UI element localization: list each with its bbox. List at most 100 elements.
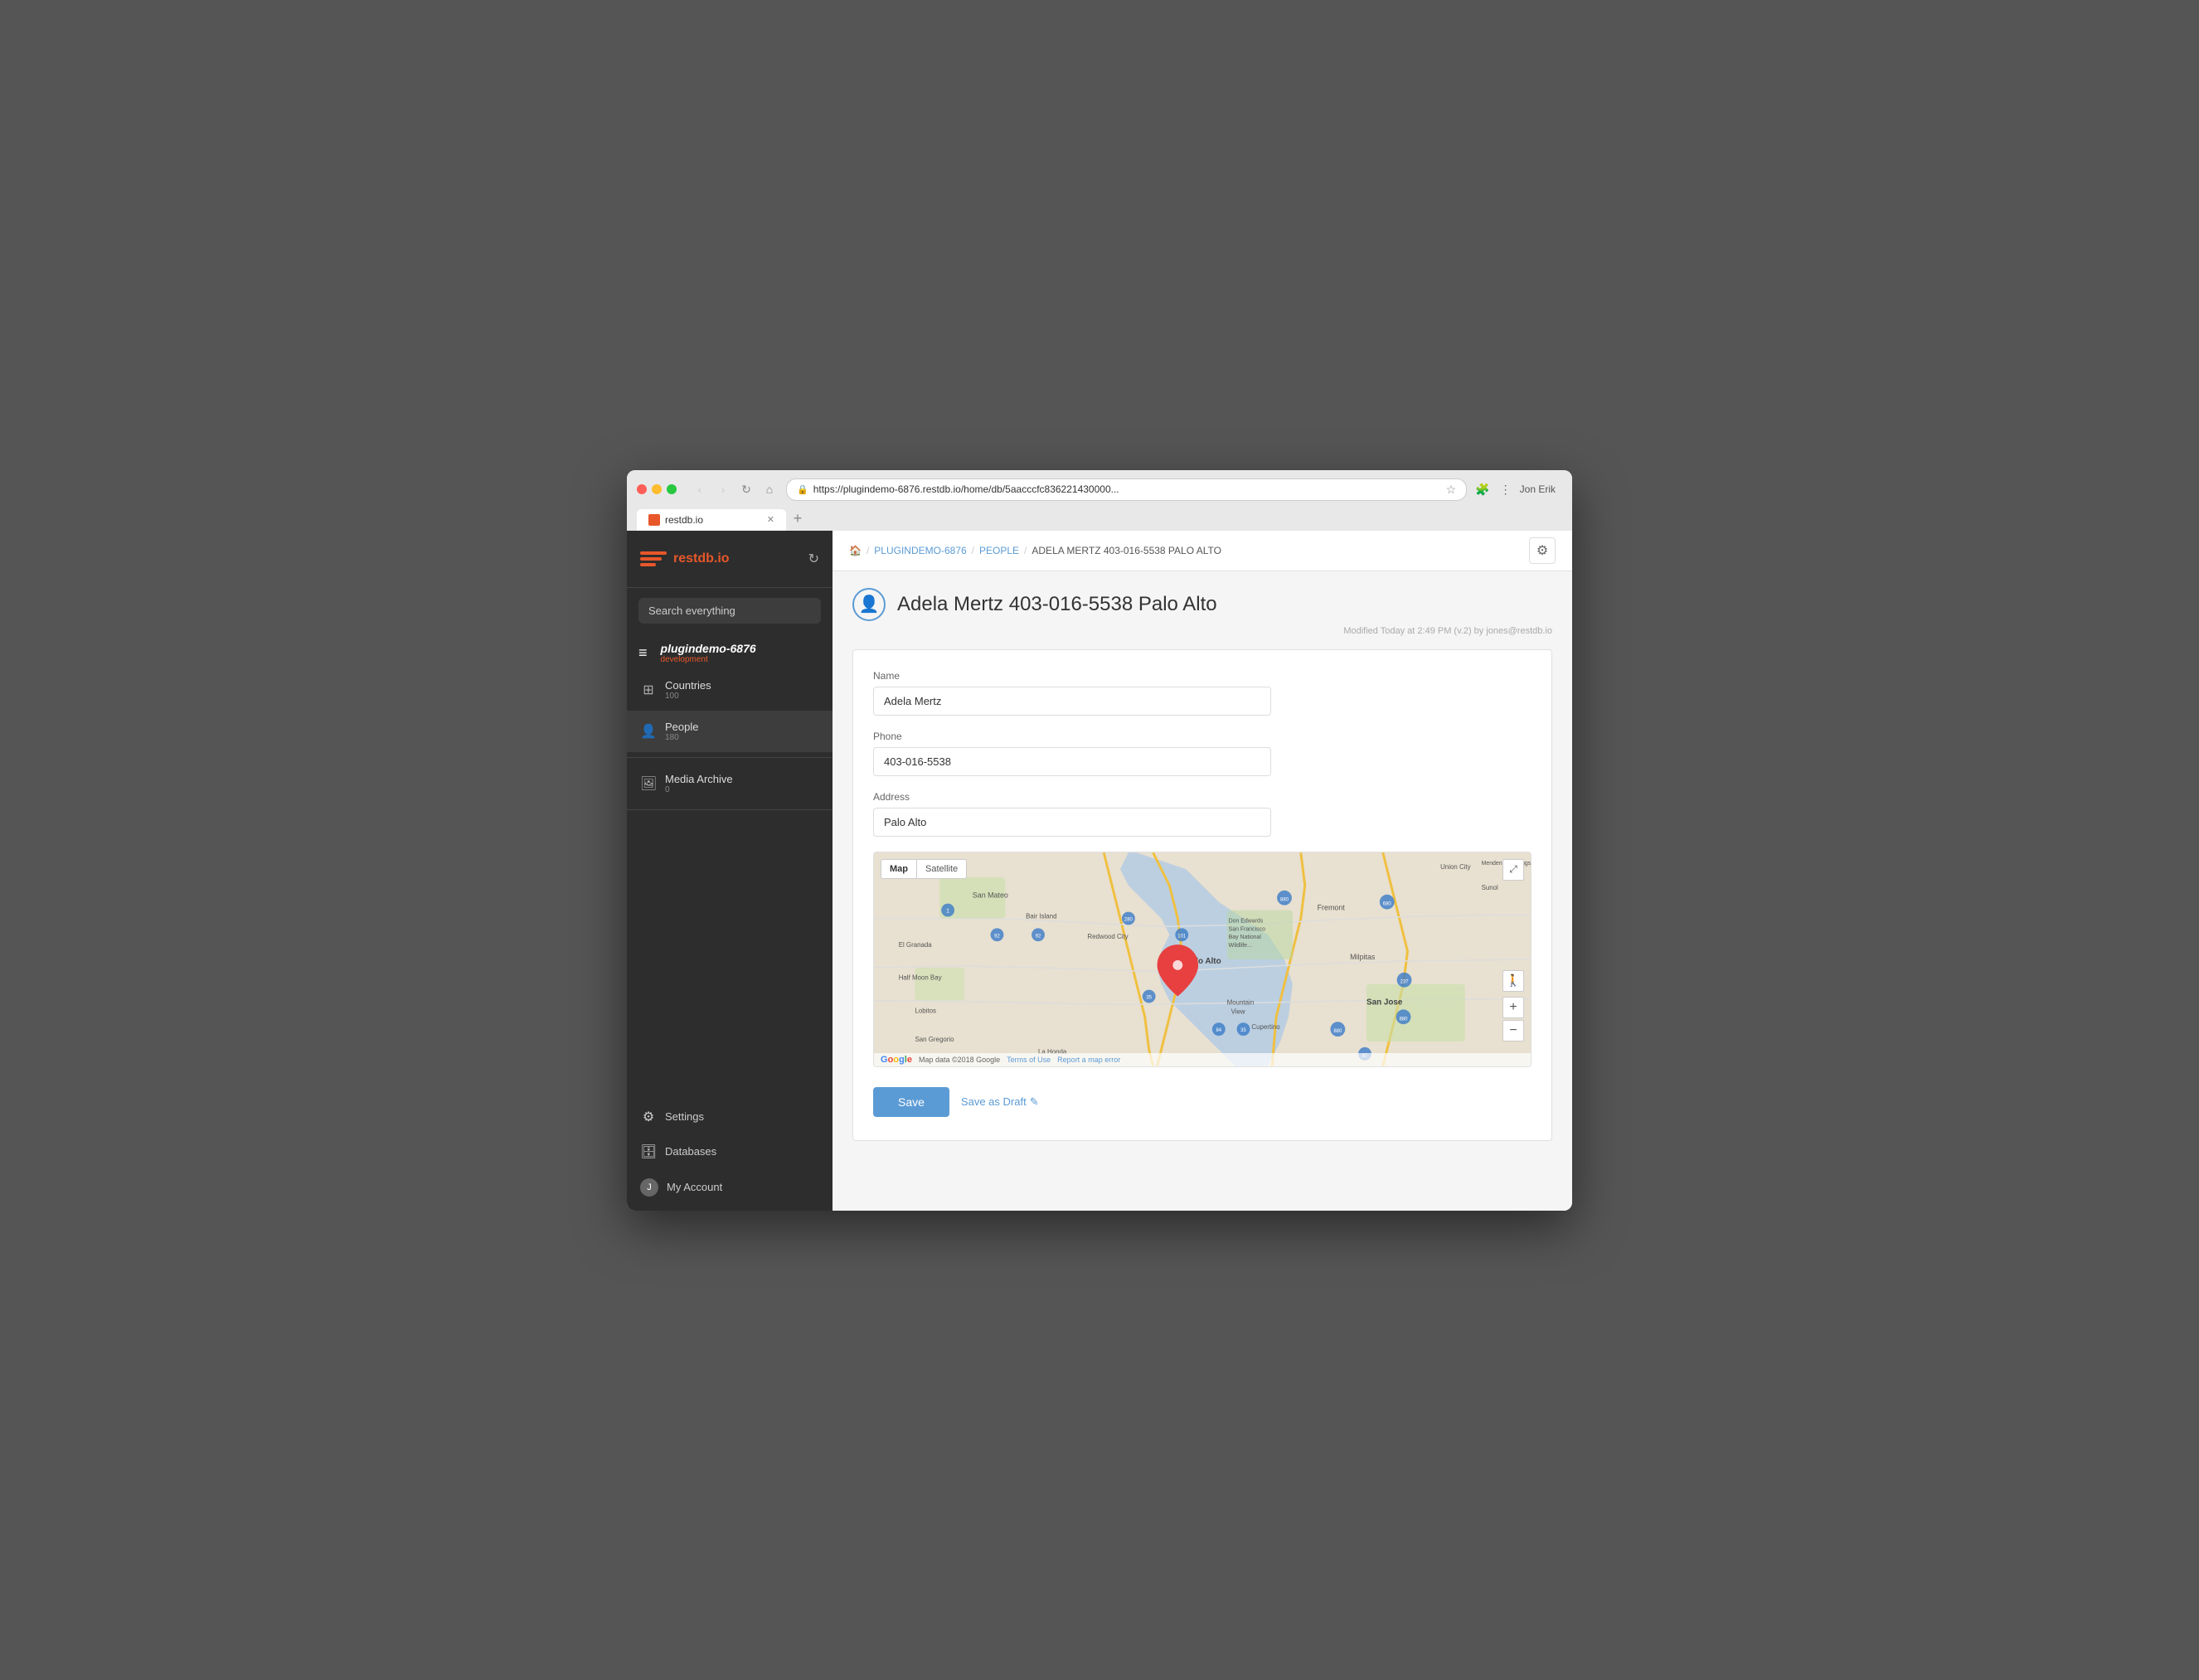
- svg-text:Union City: Union City: [1440, 863, 1471, 871]
- save-button[interactable]: Save: [873, 1087, 949, 1117]
- tab-close-icon[interactable]: ✕: [767, 514, 774, 525]
- people-icon: 👤: [640, 723, 657, 740]
- phone-input[interactable]: [873, 747, 1271, 776]
- name-input[interactable]: [873, 687, 1271, 716]
- svg-text:Lobitos: Lobitos: [915, 1007, 937, 1014]
- sidebar-item-databases[interactable]: 🗄 Databases: [627, 1134, 833, 1169]
- media-count: 0: [665, 785, 733, 794]
- sidebar-footer: ⚙ Settings 🗄 Databases J My Account: [627, 1095, 833, 1211]
- settings-button[interactable]: ⚙: [1529, 537, 1556, 564]
- menu-button[interactable]: ⋮: [1497, 481, 1515, 498]
- save-draft-button[interactable]: Save as Draft ✎: [961, 1095, 1039, 1109]
- countries-icon: ⊞: [640, 682, 657, 698]
- map-zoom-out-button[interactable]: −: [1502, 1020, 1524, 1042]
- svg-text:Don Edwards: Don Edwards: [1229, 918, 1264, 924]
- home-icon[interactable]: 🏠: [849, 545, 862, 556]
- logo-line-3: [640, 563, 656, 566]
- media-label: Media Archive: [665, 773, 733, 785]
- action-bar: Save Save as Draft ✎: [873, 1084, 1532, 1120]
- svg-text:Redwood City: Redwood City: [1087, 933, 1128, 940]
- svg-text:Wildlife...: Wildlife...: [1229, 943, 1252, 949]
- svg-text:Half Moon Bay: Half Moon Bay: [899, 974, 942, 981]
- sidebar-item-people[interactable]: 👤 People 180: [627, 711, 833, 752]
- minimize-button[interactable]: [652, 484, 662, 494]
- db-info: plugindemo-6876 development: [661, 642, 756, 664]
- logo: restdb.io: [640, 546, 730, 572]
- address-bar[interactable]: 🔒 https://plugindemo-6876.restdb.io/home…: [786, 478, 1467, 501]
- svg-text:San Gregorio: San Gregorio: [915, 1036, 955, 1043]
- map-footer: Google Map data ©2018 Google Terms of Us…: [874, 1053, 1531, 1066]
- tab-title: restdb.io: [665, 514, 703, 526]
- main-content: 🏠 / PLUGINDEMO-6876 / PEOPLE / ADELA MER…: [833, 531, 1572, 1211]
- sidebar-item-countries[interactable]: ⊞ Countries 100: [627, 669, 833, 711]
- draft-label: Save as Draft: [961, 1095, 1027, 1108]
- active-tab[interactable]: restdb.io ✕: [637, 509, 786, 531]
- map-expand-button[interactable]: ⤢: [1502, 859, 1524, 881]
- map-zoom-in-button[interactable]: +: [1502, 997, 1524, 1018]
- secure-icon: 🔒: [797, 484, 808, 495]
- map-terms[interactable]: Terms of Use: [1007, 1056, 1051, 1064]
- sidebar-item-settings[interactable]: ⚙ Settings: [627, 1100, 833, 1134]
- db-section: ≡ plugindemo-6876 development: [627, 634, 833, 669]
- map-tab-map[interactable]: Map: [881, 859, 917, 879]
- search-input[interactable]: [638, 598, 821, 624]
- svg-text:Sunol: Sunol: [1482, 883, 1498, 891]
- maximize-button[interactable]: [667, 484, 677, 494]
- bookmark-icon[interactable]: ☆: [1446, 483, 1457, 497]
- sync-icon[interactable]: ↻: [808, 551, 819, 567]
- map-streetview-button[interactable]: 🚶: [1502, 970, 1524, 992]
- nav-divider-2: [627, 809, 833, 810]
- record-view: 👤 Adela Mertz 403-016-5538 Palo Alto Mod…: [833, 571, 1572, 1158]
- svg-text:San Francisco: San Francisco: [1229, 926, 1265, 932]
- map-tab-satellite[interactable]: Satellite: [917, 859, 967, 879]
- media-icon: 🖼: [640, 775, 657, 792]
- svg-text:92: 92: [994, 934, 1000, 939]
- sep-2: /: [972, 545, 974, 556]
- svg-text:880: 880: [1280, 897, 1289, 902]
- sidebar-item-my-account[interactable]: J My Account: [627, 1169, 833, 1206]
- svg-text:680: 680: [1383, 901, 1392, 906]
- svg-text:Bair Island: Bair Island: [1026, 912, 1056, 920]
- svg-text:Fremont: Fremont: [1318, 903, 1346, 911]
- db-env: development: [661, 655, 756, 664]
- media-content: Media Archive 0: [665, 773, 733, 794]
- home-button[interactable]: ⌂: [760, 479, 779, 499]
- svg-text:San Mateo: San Mateo: [973, 891, 1008, 899]
- my-account-label: My Account: [667, 1181, 722, 1193]
- sidebar: restdb.io ↻ ≡ plugindemo-6876 developmen…: [627, 531, 833, 1211]
- extensions-button[interactable]: 🧩: [1472, 481, 1493, 498]
- reload-button[interactable]: ↻: [736, 479, 756, 499]
- app-layout: restdb.io ↻ ≡ plugindemo-6876 developmen…: [627, 531, 1572, 1211]
- back-button[interactable]: ‹: [690, 479, 710, 499]
- map-report[interactable]: Report a map error: [1057, 1056, 1120, 1064]
- nav-buttons: ‹ › ↻ ⌂: [690, 479, 779, 499]
- svg-text:237: 237: [1400, 979, 1409, 984]
- sidebar-item-media-archive[interactable]: 🖼 Media Archive 0: [627, 763, 833, 804]
- svg-text:El Granada: El Granada: [899, 941, 933, 949]
- url-text: https://plugindemo-6876.restdb.io/home/d…: [813, 483, 1441, 495]
- databases-label: Databases: [665, 1145, 716, 1158]
- browser-window: ‹ › ↻ ⌂ 🔒 https://plugindemo-6876.restdb…: [627, 470, 1572, 1211]
- breadcrumb-collection[interactable]: PEOPLE: [979, 545, 1019, 556]
- settings-icon: ⚙: [640, 1109, 657, 1125]
- tabs-bar: restdb.io ✕ +: [637, 507, 1562, 531]
- svg-text:35: 35: [1146, 995, 1152, 1000]
- countries-content: Countries 100: [665, 679, 711, 701]
- map-controls-right: 🚶 + −: [1502, 970, 1524, 1042]
- svg-text:Cupertino: Cupertino: [1251, 1023, 1280, 1031]
- new-tab-button[interactable]: +: [786, 507, 809, 531]
- address-input[interactable]: [873, 808, 1271, 837]
- sep-1: /: [866, 545, 869, 556]
- browser-controls: ‹ › ↻ ⌂ 🔒 https://plugindemo-6876.restdb…: [637, 478, 1562, 501]
- close-button[interactable]: [637, 484, 647, 494]
- countries-count: 100: [665, 692, 711, 701]
- nav-section: ⊞ Countries 100 👤 People 180 🖼: [627, 669, 833, 1095]
- logo-line-2: [640, 557, 662, 561]
- avatar: J: [640, 1178, 658, 1197]
- svg-text:35: 35: [1240, 1028, 1246, 1033]
- address-label: Address: [873, 791, 1532, 803]
- breadcrumb-db[interactable]: PLUGINDEMO-6876: [874, 545, 966, 556]
- forward-button[interactable]: ›: [713, 479, 733, 499]
- tab-favicon: [648, 514, 660, 526]
- sep-3: /: [1024, 545, 1027, 556]
